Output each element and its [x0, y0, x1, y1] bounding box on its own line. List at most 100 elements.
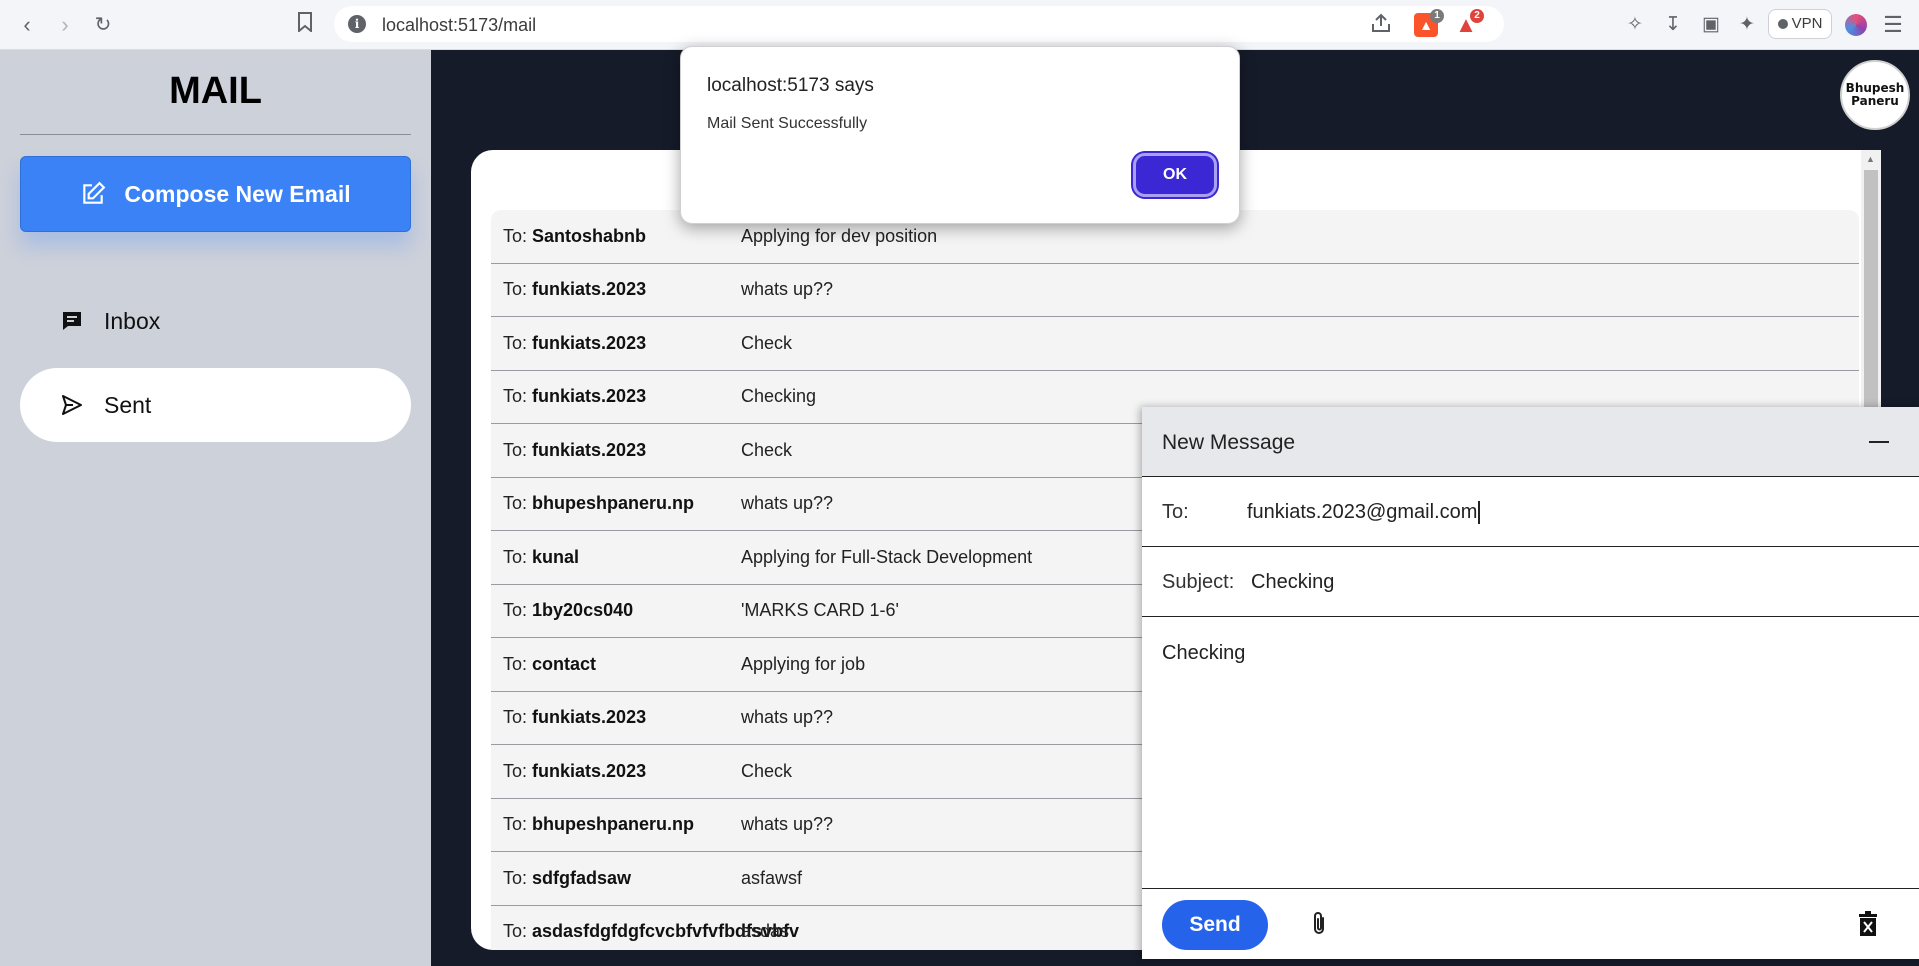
- brave-profile-icon[interactable]: [1845, 14, 1867, 36]
- to-prefix: To:: [503, 707, 528, 728]
- compose-button[interactable]: Compose New Email: [20, 156, 411, 232]
- site-info-icon[interactable]: i: [348, 15, 366, 33]
- sidebar-item-inbox[interactable]: Inbox: [20, 284, 411, 358]
- mail-subject: whats up??: [741, 707, 834, 728]
- to-prefix: To:: [503, 493, 528, 514]
- recipient-name: sdfgfadsaw: [532, 867, 632, 888]
- to-prefix: To:: [503, 760, 528, 781]
- mail-recipient: To: contact: [491, 654, 741, 675]
- sidebar-item-label: Sent: [104, 391, 152, 418]
- mail-subject: Checking: [741, 386, 817, 407]
- recipient-name: funkiats.2023: [532, 760, 647, 781]
- mail-subject: Check: [741, 332, 793, 353]
- recipient-name: funkiats.2023: [532, 439, 647, 460]
- sidebar-item-label: Inbox: [104, 307, 161, 334]
- mail-recipient: To: funkiats.2023: [491, 386, 741, 407]
- send-icon: [62, 395, 82, 415]
- compose-title: New Message: [1162, 431, 1296, 454]
- mail-recipient: To: funkiats.2023: [491, 440, 741, 461]
- subject-field[interactable]: Subject: Checking: [1142, 547, 1919, 617]
- rewards-count: 2: [1470, 9, 1484, 23]
- mail-subject: Applying for Full-Stack Development: [741, 546, 1033, 567]
- reload-icon[interactable]: ↻: [90, 12, 116, 38]
- leo-ai-icon[interactable]: ✦: [1734, 12, 1760, 38]
- send-button[interactable]: Send: [1162, 900, 1268, 950]
- to-prefix: To:: [503, 653, 528, 674]
- browser-toolbar: ‹ › ↻ i localhost:5173/mail ▲ 1 ▲ 2 ✧ ↧ ▣ …: [0, 0, 1919, 50]
- subject-input[interactable]: Checking: [1251, 571, 1334, 594]
- recipient-name: funkiats.2023: [532, 386, 647, 407]
- bookmark-icon[interactable]: [292, 12, 318, 38]
- share-icon[interactable]: [1370, 12, 1392, 40]
- alert-dialog: localhost:5173 says Mail Sent Successful…: [680, 46, 1240, 224]
- wallet-icon[interactable]: ▣: [1698, 12, 1724, 38]
- to-prefix: To:: [503, 386, 528, 407]
- recipient-name: Santoshabnb: [532, 225, 647, 246]
- attachment-icon[interactable]: [1307, 911, 1331, 937]
- vpn-label: VPN: [1791, 15, 1823, 32]
- recipient-name: bhupeshpaneru.np: [532, 814, 695, 835]
- mail-row[interactable]: To: funkiats.2023 whats up??: [491, 263, 1859, 317]
- to-field[interactable]: To: funkiats.2023@gmail.com: [1142, 477, 1919, 547]
- address-bar[interactable]: i localhost:5173/mail ▲ 1 ▲ 2: [334, 6, 1504, 42]
- to-prefix: To:: [503, 279, 528, 300]
- scroll-up-icon[interactable]: ▲: [1866, 154, 1875, 164]
- mail-subject: asfawsf: [741, 867, 803, 888]
- mail-recipient: To: funkiats.2023: [491, 761, 741, 782]
- back-icon[interactable]: ‹: [14, 12, 40, 38]
- to-prefix: To:: [503, 814, 528, 835]
- mail-recipient: To: funkiats.2023: [491, 333, 741, 354]
- url-text: localhost:5173/mail: [382, 15, 537, 35]
- menu-icon[interactable]: ☰: [1880, 12, 1906, 38]
- to-prefix: To:: [503, 867, 528, 888]
- download-icon[interactable]: ↧: [1660, 12, 1686, 38]
- mail-recipient: To: bhupeshpaneru.np: [491, 814, 741, 835]
- to-prefix: To:: [503, 600, 528, 621]
- mail-subject: Check: [741, 760, 793, 781]
- avatar[interactable]: Bhupesh Paneru: [1840, 60, 1910, 130]
- brave-rewards-icon[interactable]: ▲ 2: [1454, 9, 1484, 37]
- recipient-name: bhupeshpaneru.np: [532, 493, 695, 514]
- compose-icon: [83, 181, 106, 204]
- compose-footer: Send: [1142, 888, 1919, 959]
- mail-row[interactable]: To: funkiats.2023 Check: [491, 317, 1859, 371]
- sidebar: MAIL Compose New Email Inbox Sent: [0, 50, 431, 966]
- trash-icon[interactable]: [1857, 911, 1879, 937]
- to-prefix: To:: [503, 921, 528, 942]
- alert-message: Mail Sent Successfully: [707, 115, 868, 132]
- sidebar-item-sent[interactable]: Sent: [20, 368, 411, 442]
- forward-icon[interactable]: ›: [52, 12, 78, 38]
- recipient-name: contact: [532, 653, 597, 674]
- compose-label: Compose New Email: [124, 180, 351, 207]
- to-prefix: To:: [503, 225, 528, 246]
- minimize-icon[interactable]: [1869, 441, 1889, 443]
- app-logo: MAIL: [169, 70, 262, 112]
- mail-recipient: To: 1by20cs040: [491, 600, 741, 621]
- vpn-button[interactable]: VPN: [1768, 9, 1832, 39]
- subject-label: Subject:: [1162, 571, 1235, 593]
- mail-recipient: To: asdasfdgfdgfcvcbfvfvfbdfsvbfv: [491, 921, 799, 942]
- mail-subject: whats up??: [741, 493, 834, 514]
- to-prefix: To:: [503, 546, 528, 567]
- brave-shields-icon[interactable]: ▲ 1: [1414, 9, 1444, 37]
- mail-recipient: To: bhupeshpaneru.np: [491, 493, 741, 514]
- mail-subject: Check: [741, 439, 793, 460]
- mail-subject: whats up??: [741, 814, 834, 835]
- mail-recipient: To: kunal: [491, 547, 741, 568]
- message-body[interactable]: Checking: [1162, 642, 1245, 665]
- ok-button[interactable]: OK: [1133, 153, 1217, 197]
- mail-recipient: To: sdfgfadsaw: [491, 868, 741, 889]
- mail-subject: 'MARKS CARD 1-6': [741, 600, 899, 621]
- mail-recipient: To: Santoshabnb: [491, 226, 741, 247]
- to-label: To:: [1162, 501, 1189, 523]
- to-prefix: To:: [503, 332, 528, 353]
- extensions-icon[interactable]: ✧: [1622, 12, 1648, 38]
- to-input[interactable]: funkiats.2023@gmail.com: [1247, 501, 1481, 524]
- recipient-name: kunal: [532, 546, 580, 567]
- vpn-status-icon: [1777, 19, 1788, 29]
- compose-window: New Message To: funkiats.2023@gmail.com …: [1142, 407, 1919, 959]
- recipient-name: 1by20cs040: [532, 600, 634, 621]
- mail-recipient: To: funkiats.2023: [491, 279, 741, 300]
- alert-title: localhost:5173 says: [707, 75, 874, 96]
- mail-subject: Applying for job: [741, 653, 866, 674]
